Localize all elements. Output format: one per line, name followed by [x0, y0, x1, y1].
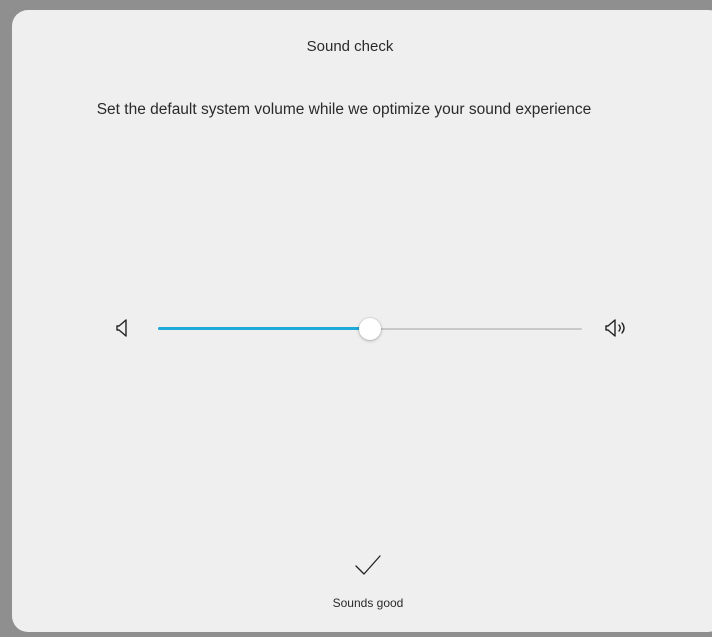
dialog-subtitle: Set the default system volume while we o… [0, 101, 712, 119]
dialog-title: Sound check [0, 38, 700, 55]
speaker-low-icon[interactable] [115, 318, 131, 338]
checkmark-icon [355, 555, 381, 575]
volume-slider[interactable] [158, 318, 582, 340]
speaker-high-icon[interactable] [604, 318, 630, 338]
sounds-good-label: Sounds good [332, 596, 404, 610]
volume-slider-thumb[interactable] [359, 318, 381, 340]
window-frame: Sound check Set the default system volum… [0, 0, 712, 637]
dialog-subtitle-text: Set the default system volume while we o… [96, 101, 592, 118]
volume-slider-fill [158, 327, 370, 330]
dialog-title-text: Sound check [306, 38, 394, 55]
sounds-good-button[interactable]: Sounds good [318, 550, 418, 616]
